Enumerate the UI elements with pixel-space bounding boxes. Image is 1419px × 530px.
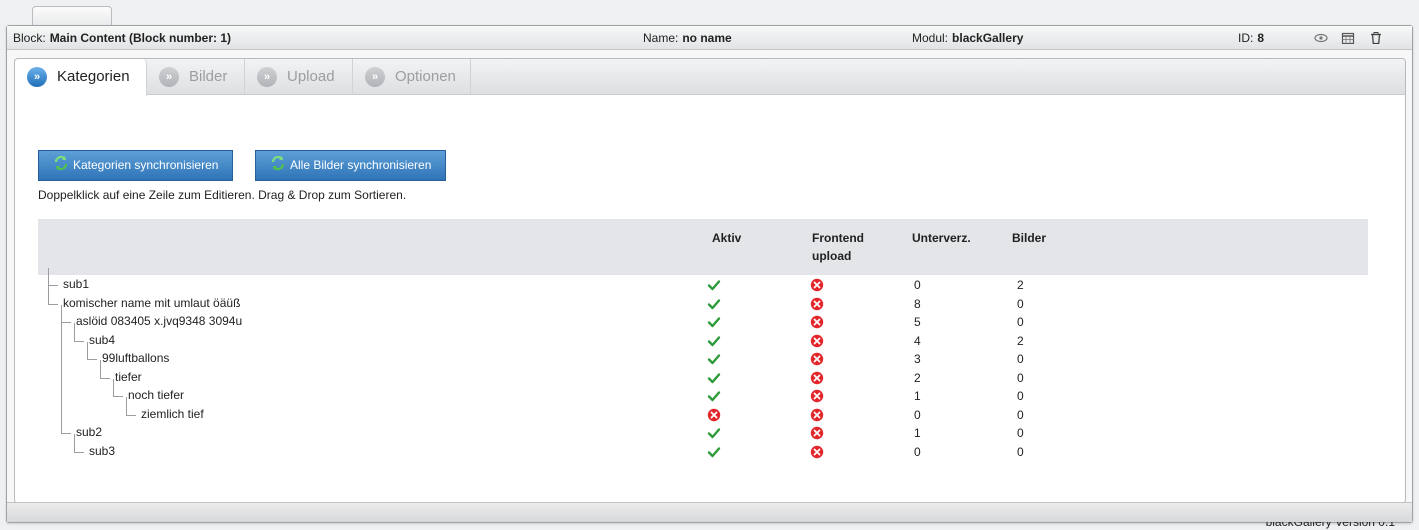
table-row[interactable]: sub4 4 2	[38, 323, 1368, 350]
tab-bilder[interactable]: » Bilder	[147, 59, 245, 95]
tab-kategorien[interactable]: » Kategorien	[15, 59, 147, 96]
chevron-right-icon: »	[27, 67, 47, 87]
header-frontend-upload[interactable]: Frontend upload	[812, 229, 864, 265]
table-row[interactable]: sub3 0 0	[38, 434, 1368, 461]
bottom-bar	[7, 502, 1412, 522]
bilder-count: 0	[1017, 352, 1024, 366]
sync-icon	[54, 155, 68, 171]
unterverz-count: 0	[914, 278, 921, 292]
tab-bar: » Kategorien » Bilder » Upload » Optione…	[15, 59, 1405, 96]
unterverz-count: 1	[914, 426, 921, 440]
unterverz-count: 3	[914, 352, 921, 366]
bilder-count: 2	[1017, 278, 1024, 292]
modul-value: blackGallery	[952, 31, 1024, 45]
chevron-right-icon: »	[365, 67, 385, 87]
tree-connector	[74, 323, 84, 342]
top-page-tab[interactable]	[32, 6, 112, 26]
category-name[interactable]: sub3	[89, 444, 115, 458]
bilder-count: 0	[1017, 296, 1024, 311]
tab-label: Upload	[287, 68, 335, 85]
tree-connector	[87, 341, 97, 360]
unterverz-count: 8	[914, 296, 921, 311]
bilder-count: 0	[1017, 426, 1024, 440]
table-row[interactable]: 99luftballons 3 0	[38, 341, 1368, 368]
table-row[interactable]: ziemlich tief 0 0	[38, 397, 1368, 424]
tree-connector	[48, 268, 58, 305]
chevron-right-icon: »	[257, 67, 277, 87]
category-name[interactable]: noch tiefer	[128, 388, 184, 402]
block-frame: Block: Main Content (Block number: 1) Nam…	[6, 25, 1413, 529]
tab-label: Optionen	[395, 68, 456, 85]
table-row[interactable]: tiefer 2 0	[38, 360, 1368, 387]
table-header: Aktiv Frontend upload Unterverz. Bilder	[38, 219, 1368, 275]
sync-all-images-button[interactable]: Alle Bilder synchronisieren	[255, 150, 447, 181]
bilder-count: 0	[1017, 315, 1024, 329]
sync-categories-button[interactable]: Kategorien synchronisieren	[38, 150, 234, 181]
unterverz-count: 2	[914, 370, 921, 385]
unterverz-count: 1	[914, 389, 921, 403]
tab-upload[interactable]: » Upload	[245, 59, 353, 95]
hint-text: Doppelklick auf eine Zeile zum Editieren…	[38, 188, 407, 202]
block-value: Main Content (Block number: 1)	[49, 31, 232, 45]
tree-connector	[61, 304, 71, 434]
modul-info: Modul: blackGallery	[912, 26, 1023, 50]
id-info: ID: 8	[1238, 26, 1264, 50]
name-info: Name: no name	[643, 26, 732, 50]
table-row[interactable]: noch tiefer 1 0	[38, 378, 1368, 405]
category-name[interactable]: komischer name mit umlaut öäüß	[63, 296, 240, 310]
id-label: ID:	[1238, 31, 1254, 45]
tree-connector	[113, 378, 123, 397]
unterverz-count: 5	[914, 315, 921, 329]
table-row[interactable]: komischer name mit umlaut öäüß 8 0	[38, 268, 1368, 313]
block-header-bar: Block: Main Content (Block number: 1) Nam…	[7, 26, 1412, 50]
calendar-icon[interactable]	[1341, 32, 1355, 44]
tree-connector	[100, 360, 110, 379]
header-frontend-line2: upload	[812, 249, 852, 263]
table-row[interactable]: sub2 1 0	[38, 304, 1368, 442]
block-label: Block:	[13, 31, 46, 45]
category-name[interactable]: ziemlich tief	[141, 407, 204, 421]
button-label: Alle Bilder synchronisieren	[290, 158, 432, 172]
trash-icon[interactable]	[1369, 32, 1383, 44]
modul-label: Modul:	[912, 31, 949, 45]
name-label: Name:	[643, 31, 679, 45]
tab-label: Bilder	[189, 68, 228, 85]
sync-icon	[271, 155, 285, 171]
category-name[interactable]: aslöid 083405 x.jvq9348 3094u	[76, 314, 242, 328]
category-name[interactable]: 99luftballons	[102, 351, 169, 365]
table-row[interactable]: aslöid 083405 x.jvq9348 3094u 5 0	[38, 304, 1368, 331]
header-bilder[interactable]: Bilder	[1012, 229, 1046, 247]
bilder-count: 0	[1017, 407, 1024, 422]
bilder-count: 0	[1017, 389, 1024, 403]
bilder-count: 0	[1017, 444, 1024, 459]
eye-icon[interactable]	[1314, 32, 1328, 44]
table-row[interactable]: sub1 0 2	[38, 268, 1368, 294]
unterverz-count: 0	[914, 407, 921, 422]
bilder-count: 2	[1017, 333, 1024, 348]
category-name[interactable]: sub1	[63, 277, 89, 291]
chevron-right-icon: »	[159, 67, 179, 87]
unterverz-count: 4	[914, 333, 921, 348]
block-info: Block: Main Content (Block number: 1)	[13, 26, 231, 50]
bilder-count: 0	[1017, 370, 1024, 385]
unterverz-count: 0	[914, 444, 921, 459]
id-value: 8	[1257, 31, 1265, 45]
tab-optionen[interactable]: » Optionen	[353, 59, 471, 95]
header-unterverz[interactable]: Unterverz.	[912, 229, 971, 247]
name-value: no name	[682, 31, 732, 45]
module-panel: » Kategorien » Bilder » Upload » Optione…	[14, 58, 1406, 529]
tab-label: Kategorien	[57, 68, 130, 85]
header-frontend-line1: Frontend	[812, 231, 864, 245]
header-aktiv[interactable]: Aktiv	[712, 229, 741, 247]
tree-connector	[74, 434, 84, 453]
button-label: Kategorien synchronisieren	[73, 158, 219, 172]
tree-connector	[126, 397, 136, 416]
